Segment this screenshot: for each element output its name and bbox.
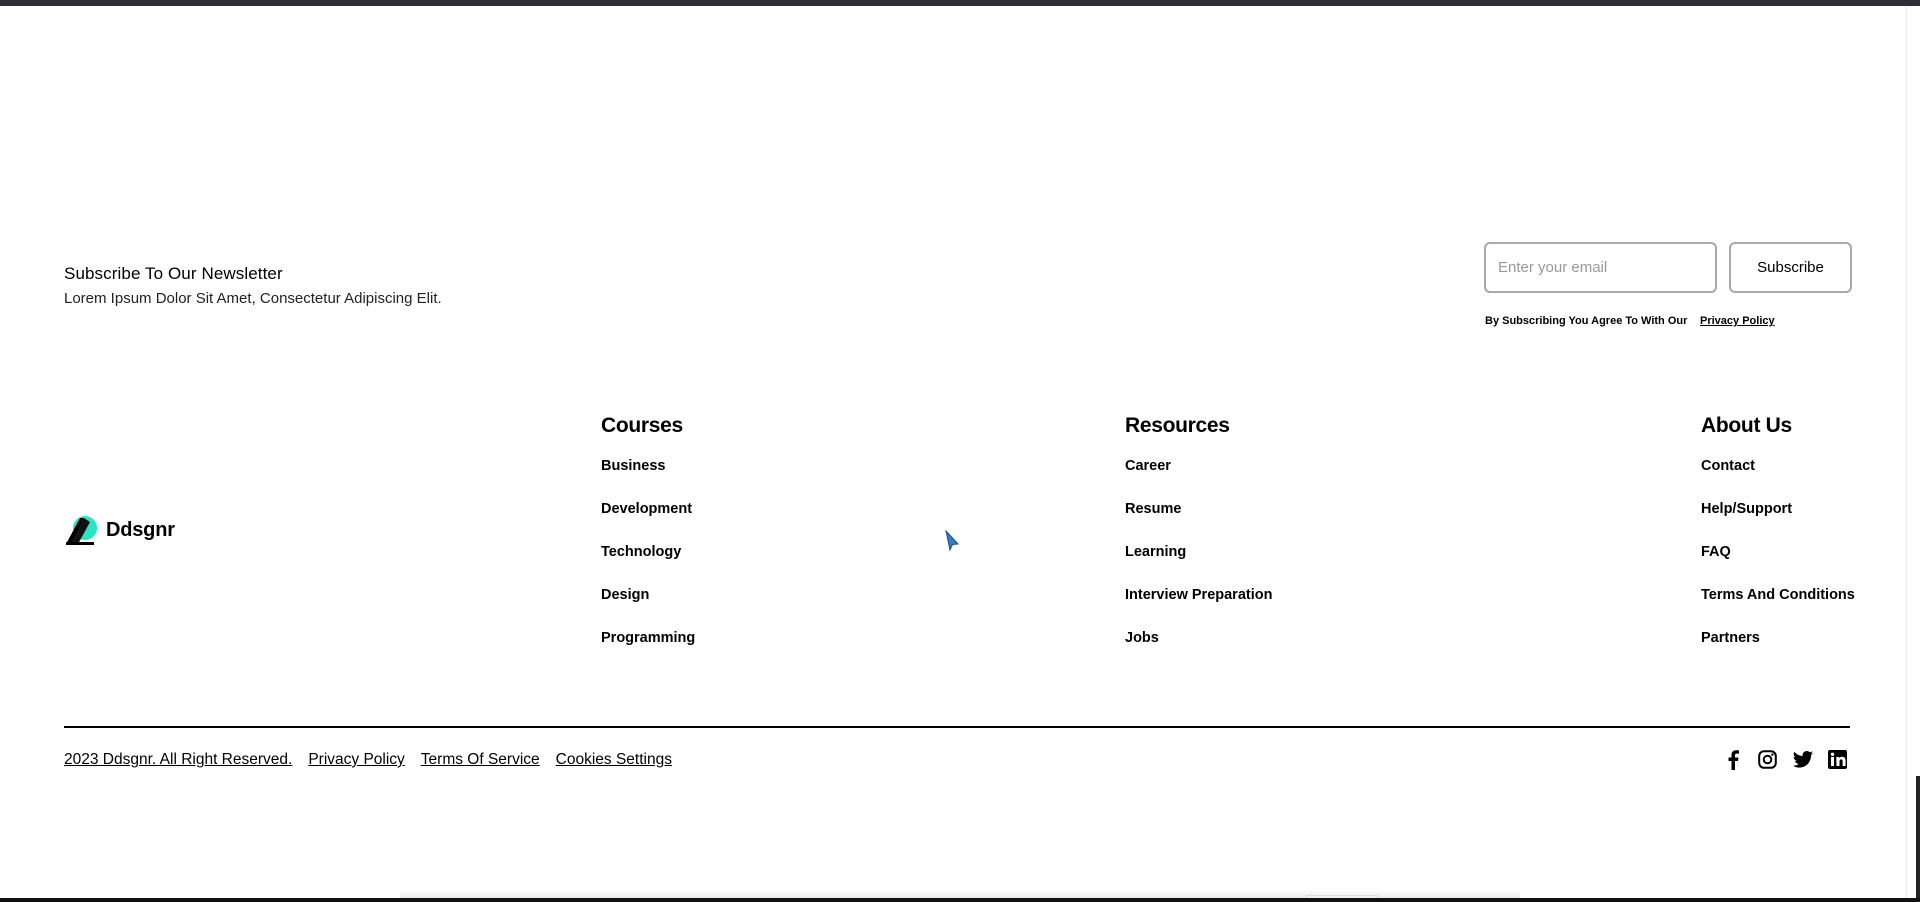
about-link-help-support[interactable]: Help/Support bbox=[1701, 501, 1792, 517]
facebook-icon[interactable] bbox=[1722, 749, 1743, 770]
subscribe-agreement-text: By Subscribing You Agree To With Our bbox=[1485, 315, 1688, 327]
instagram-icon[interactable] bbox=[1757, 749, 1778, 770]
about-link-faq[interactable]: FAQ bbox=[1701, 544, 1731, 560]
courses-link-programming[interactable]: Programming bbox=[601, 630, 695, 646]
courses-link-development[interactable]: Development bbox=[601, 501, 692, 517]
copyright-link[interactable]: 2023 Ddsgnr. All Right Reserved. bbox=[64, 751, 292, 769]
page-viewport: Subscribe To Our Newsletter Lorem Ipsum … bbox=[0, 6, 1906, 898]
resources-column: Resources Career Resume Learning Intervi… bbox=[1125, 414, 1272, 673]
email-input[interactable] bbox=[1484, 242, 1717, 293]
footer-divider bbox=[64, 726, 1850, 728]
courses-column: Courses Business Development Technology … bbox=[601, 414, 695, 673]
resources-link-career[interactable]: Career bbox=[1125, 458, 1171, 474]
scrollbar-thumb[interactable] bbox=[1916, 776, 1920, 902]
cookies-settings-link[interactable]: Cookies Settings bbox=[556, 751, 672, 769]
footer-legal-links: 2023 Ddsgnr. All Right Reserved. Privacy… bbox=[64, 751, 672, 769]
courses-link-design[interactable]: Design bbox=[601, 587, 649, 603]
resources-heading: Resources bbox=[1125, 414, 1230, 437]
courses-heading: Courses bbox=[601, 414, 683, 437]
linkedin-icon[interactable] bbox=[1827, 749, 1848, 770]
newsletter-description: Lorem Ipsum Dolor Sit Amet, Consectetur … bbox=[64, 290, 442, 307]
brand-name: Ddsgnr bbox=[106, 518, 175, 541]
twitter-icon[interactable] bbox=[1792, 749, 1813, 770]
about-us-column: About Us Contact Help/Support FAQ Terms … bbox=[1701, 414, 1855, 673]
mouse-cursor-icon bbox=[945, 530, 960, 552]
terms-of-service-link[interactable]: Terms Of Service bbox=[421, 751, 540, 769]
resources-link-interview-preparation[interactable]: Interview Preparation bbox=[1125, 587, 1272, 603]
brand-logo[interactable]: Ddsgnr bbox=[64, 514, 175, 546]
about-us-heading: About Us bbox=[1701, 414, 1792, 437]
resources-link-jobs[interactable]: Jobs bbox=[1125, 630, 1159, 646]
subscribe-button[interactable]: Subscribe bbox=[1729, 242, 1852, 293]
courses-link-technology[interactable]: Technology bbox=[601, 544, 681, 560]
about-link-partners[interactable]: Partners bbox=[1701, 630, 1760, 646]
logo-mark-icon bbox=[66, 516, 97, 545]
resources-link-resume[interactable]: Resume bbox=[1125, 501, 1181, 517]
about-link-contact[interactable]: Contact bbox=[1701, 458, 1755, 474]
privacy-policy-link[interactable]: Privacy Policy bbox=[308, 751, 404, 769]
newsletter-title: Subscribe To Our Newsletter bbox=[64, 264, 283, 283]
browser-bottom-bar bbox=[0, 898, 1920, 902]
courses-link-business[interactable]: Business bbox=[601, 458, 665, 474]
about-link-terms-and-conditions[interactable]: Terms And Conditions bbox=[1701, 587, 1855, 603]
resources-link-learning[interactable]: Learning bbox=[1125, 544, 1186, 560]
social-links bbox=[1722, 749, 1848, 770]
page-scrollbar[interactable] bbox=[1906, 6, 1920, 902]
newsletter-privacy-policy-link[interactable]: Privacy Policy bbox=[1700, 315, 1775, 327]
